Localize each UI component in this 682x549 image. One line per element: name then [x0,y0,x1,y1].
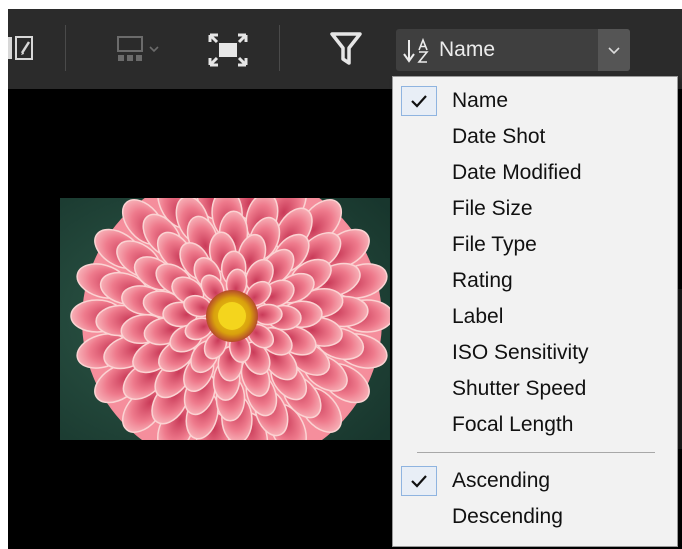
image-viewer-window: Name Name Date Shot Date Modified File S… [8,9,682,549]
sort-field-item[interactable]: Label [393,299,677,335]
sort-field-item[interactable]: File Type [393,227,677,263]
sort-field-item[interactable]: Focal Length [393,407,677,443]
sort-field-label: Shutter Speed [452,377,587,400]
sort-field-item[interactable]: Shutter Speed [393,371,677,407]
sort-field-label: ISO Sensitivity [452,341,589,364]
sort-field-label: Rating [452,269,513,292]
sort-field-label: Name [452,89,509,112]
sort-field-item[interactable]: ISO Sensitivity [393,335,677,371]
toolbar-separator [65,25,66,71]
checkmark-icon [401,466,437,496]
sort-by-current-value: Name [439,38,496,61]
sort-field-item[interactable]: Date Shot [393,119,677,155]
menu-separator [417,452,655,453]
fullscreen-icon[interactable] [208,33,248,71]
sort-ascending-az-icon [402,37,436,68]
sort-field-label: Date Shot [452,125,546,148]
sort-field-item[interactable]: Date Modified [393,155,677,191]
layout-grid-icon[interactable] [116,35,162,69]
chevron-down-icon [608,47,620,55]
sort-field-item[interactable]: Rating [393,263,677,299]
preview-image [60,198,390,440]
sort-field-label: Label [452,305,504,328]
sort-options-menu: Name Date Shot Date Modified File Size File … [392,76,678,547]
sort-field-label: File Size [452,197,533,220]
toolbar-separator [279,25,280,71]
sort-field-item[interactable]: Name [393,83,677,119]
sort-order-item[interactable]: Descending [393,499,677,535]
sort-order-label: Ascending [452,469,551,492]
sort-order-label: Descending [452,505,563,528]
sort-field-label: Date Modified [452,161,582,184]
sort-by-select[interactable]: Name [396,29,630,71]
sort-field-label: File Type [452,233,537,256]
filter-icon[interactable] [330,31,362,71]
sort-dropdown-button[interactable] [598,29,630,71]
checkmark-icon [401,86,437,116]
sort-field-item[interactable]: File Size [393,191,677,227]
sort-field-label: Focal Length [452,413,574,436]
sort-order-item[interactable]: Ascending [393,463,677,499]
compare-view-icon[interactable] [8,33,36,69]
